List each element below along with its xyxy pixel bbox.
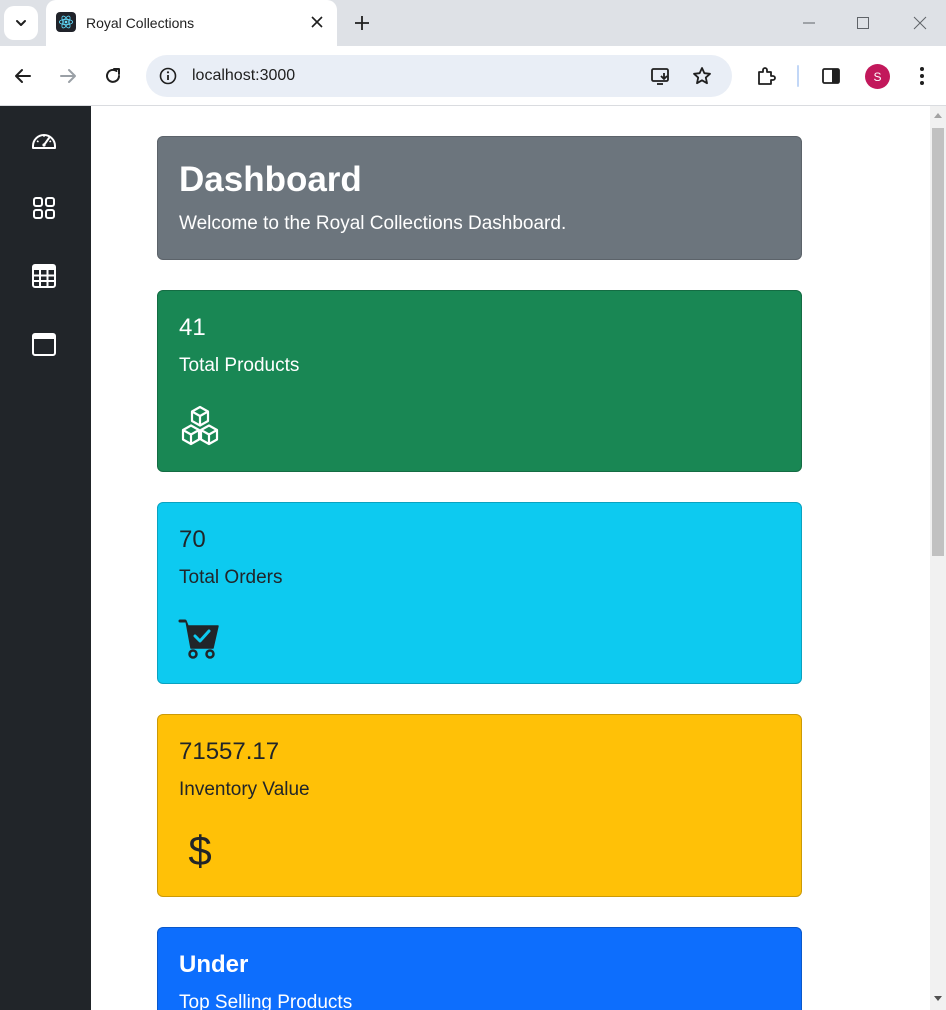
install-app-icon[interactable]: [650, 65, 672, 87]
sidebar-item-grid[interactable]: [30, 194, 58, 222]
maximize-icon: [857, 17, 869, 29]
window-maximize-button[interactable]: [852, 12, 874, 34]
dollar-icon: $: [188, 827, 212, 874]
stat-value: 41: [179, 314, 206, 341]
scroll-down-arrow-icon[interactable]: [934, 996, 942, 1001]
stat-label: Top Selling Products: [179, 992, 353, 1010]
stat-label: Total Products: [179, 355, 300, 376]
speedometer-icon: [32, 134, 56, 149]
window-minimize-button[interactable]: [798, 12, 820, 34]
minimize-icon: [803, 22, 815, 24]
stat-label: Inventory Value: [179, 779, 310, 800]
browser-toolbar: localhost:3000 S: [0, 46, 946, 106]
forward-button[interactable]: [56, 64, 80, 88]
profile-avatar[interactable]: S: [865, 64, 890, 89]
header-card: Dashboard Welcome to the Royal Collectio…: [157, 136, 802, 260]
address-bar[interactable]: localhost:3000: [146, 55, 732, 97]
bookmark-star-icon[interactable]: [691, 65, 713, 87]
chevron-down-icon: [16, 20, 26, 26]
grid-icon: [33, 197, 55, 219]
stat-card-inventory: 71557.17 Inventory Value $: [157, 714, 802, 897]
toolbar-divider: [797, 65, 799, 87]
arrow-left-icon: [15, 69, 31, 83]
sidebar: [0, 106, 91, 1010]
side-panel-icon[interactable]: [819, 64, 843, 88]
arrow-right-icon: [60, 69, 76, 83]
stat-value: 71557.17: [179, 738, 280, 765]
new-tab-button[interactable]: [350, 11, 374, 35]
close-icon: [913, 16, 927, 30]
page-title: Dashboard: [179, 160, 362, 199]
table-icon: [32, 264, 56, 288]
plus-icon: [355, 16, 369, 30]
scroll-up-arrow-icon[interactable]: [934, 113, 942, 118]
cart-check-icon: [178, 617, 222, 661]
window-close-button[interactable]: [909, 12, 931, 34]
calendar-icon: [32, 333, 56, 356]
extensions-icon[interactable]: [754, 64, 778, 88]
page-scrollbar[interactable]: [930, 106, 946, 1010]
sidebar-item-table[interactable]: [30, 262, 58, 290]
react-logo-icon: [56, 12, 76, 32]
close-icon: [311, 16, 323, 28]
stat-value: Under: [179, 951, 249, 978]
sidebar-item-calendar[interactable]: [30, 330, 58, 358]
boxes-icon: [178, 405, 222, 449]
page-subtitle: Welcome to the Royal Collections Dashboa…: [179, 213, 567, 234]
tab-close-button[interactable]: [307, 12, 327, 32]
reload-icon: [106, 68, 120, 83]
browser-tab-bar: Royal Collections: [0, 0, 946, 46]
stat-card-orders: 70 Total Orders: [157, 502, 802, 684]
stat-label: Total Orders: [179, 567, 283, 588]
stat-card-products: 41 Total Products: [157, 290, 802, 472]
browser-tab[interactable]: Royal Collections: [46, 0, 337, 46]
tab-search-button[interactable]: [4, 6, 38, 40]
scrollbar-thumb[interactable]: [932, 128, 944, 556]
reload-button[interactable]: [101, 64, 125, 88]
main-content: Dashboard Welcome to the Royal Collectio…: [91, 106, 930, 1010]
stat-value: 70: [179, 526, 206, 553]
more-menu-icon[interactable]: [910, 64, 934, 88]
back-button[interactable]: [11, 64, 35, 88]
sidebar-item-dashboard[interactable]: [30, 126, 58, 154]
url-text[interactable]: localhost:3000: [192, 67, 295, 85]
tab-title: Royal Collections: [86, 15, 195, 31]
site-info-icon[interactable]: [158, 66, 178, 86]
stat-card-top-selling: Under Top Selling Products: [157, 927, 802, 1010]
